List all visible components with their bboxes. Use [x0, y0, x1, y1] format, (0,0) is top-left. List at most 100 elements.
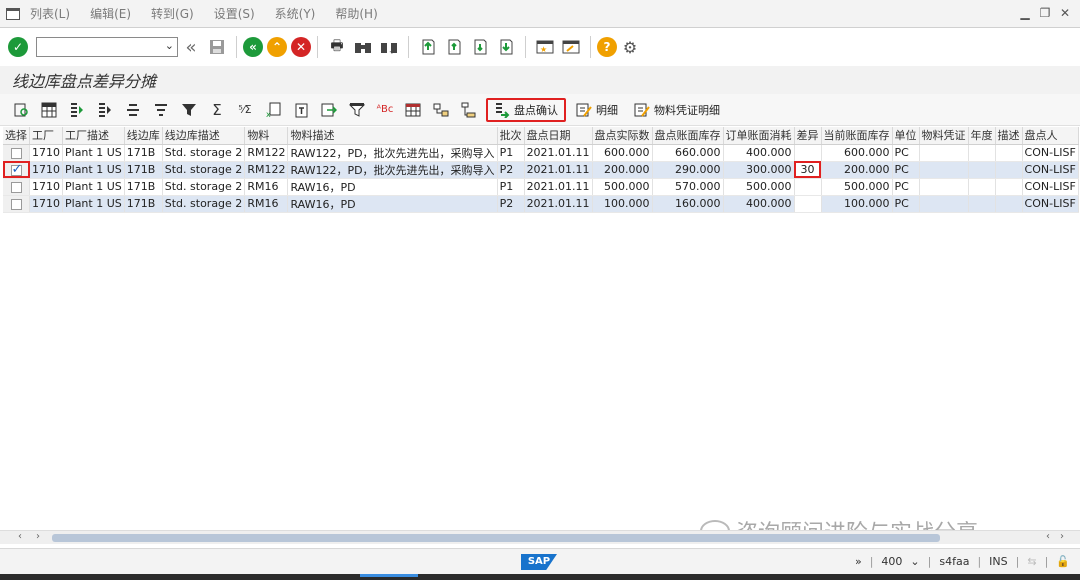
- col-header-current-stock[interactable]: 当前账面库存: [821, 127, 893, 145]
- command-field[interactable]: ⌄: [36, 37, 178, 57]
- chevron-down-icon[interactable]: ⌄: [165, 39, 174, 52]
- scroll-left-icon[interactable]: ‹: [18, 531, 22, 542]
- double-chevron-left-icon[interactable]: «: [180, 36, 202, 58]
- col-header-material[interactable]: 物料: [244, 127, 289, 145]
- help-icon[interactable]: ?: [597, 37, 617, 57]
- lock-icon[interactable]: 🔓: [1056, 555, 1070, 568]
- detail-button[interactable]: 明细: [570, 98, 624, 122]
- align-bottom-icon[interactable]: [150, 99, 172, 121]
- restore-icon[interactable]: ❐: [1038, 6, 1052, 20]
- row-checkbox[interactable]: [10, 181, 22, 193]
- row-checkbox[interactable]: [10, 198, 22, 210]
- table-row[interactable]: 1710 Plant 1 US 171B Std. storage 2 RM16…: [3, 195, 1079, 213]
- row-select-cell[interactable]: [3, 144, 30, 162]
- scroll-right-icon[interactable]: ›: [36, 531, 40, 542]
- col-header-material-desc[interactable]: 物料描述: [287, 127, 498, 145]
- enter-check-icon[interactable]: ✓: [8, 37, 28, 57]
- col-header-plant-desc[interactable]: 工厂描述: [62, 127, 125, 145]
- menu-help[interactable]: 帮助(H): [335, 5, 377, 22]
- cell-difference[interactable]: [794, 178, 822, 196]
- details-icon[interactable]: [10, 99, 32, 121]
- back-icon[interactable]: «: [243, 37, 263, 57]
- align-center-icon[interactable]: [122, 99, 144, 121]
- filter-icon[interactable]: [178, 99, 200, 121]
- spell-check-icon[interactable]: ᴬBc: [374, 99, 396, 121]
- cell-difference-input[interactable]: 30: [794, 161, 822, 179]
- row-select-cell[interactable]: [3, 161, 30, 179]
- sort-ascending-icon[interactable]: [66, 99, 88, 121]
- menu-system[interactable]: 系统(Y): [275, 5, 316, 22]
- exit-icon[interactable]: ⌃: [267, 37, 287, 57]
- scroll-right-end-icon[interactable]: ›: [1060, 531, 1064, 542]
- sum-icon[interactable]: Σ: [206, 99, 228, 121]
- input-mode[interactable]: INS: [989, 555, 1007, 568]
- save-icon[interactable]: [206, 36, 228, 58]
- page-title: 线边库盘点差异分摊: [12, 72, 157, 91]
- client-number[interactable]: 400: [881, 555, 902, 568]
- table-row[interactable]: 1710 Plant 1 US 171B Std. storage 2 RM12…: [3, 144, 1079, 162]
- table-row[interactable]: 1710 Plant 1 US 171B Std. storage 2 RM12…: [3, 161, 1079, 179]
- subtotal-icon[interactable]: ⁵⁄Σ: [234, 99, 256, 121]
- cancel-icon[interactable]: ✕: [291, 37, 311, 57]
- minimize-icon[interactable]: ▁: [1018, 6, 1032, 20]
- menu-list[interactable]: 列表(L): [30, 5, 70, 22]
- generate-shortcut-icon[interactable]: [560, 36, 582, 58]
- layout-icon[interactable]: [346, 99, 368, 121]
- expand-icon[interactable]: [430, 99, 452, 121]
- spreadsheet-icon[interactable]: [38, 99, 60, 121]
- col-header-sloc-desc[interactable]: 线边库描述: [162, 127, 246, 145]
- scrollbar-thumb[interactable]: [52, 534, 940, 542]
- col-header-plant[interactable]: 工厂: [29, 127, 63, 145]
- cell-year: [968, 195, 996, 213]
- find-next-icon[interactable]: +: [378, 36, 400, 58]
- col-header-sloc[interactable]: 线边库: [124, 127, 163, 145]
- col-header-unit[interactable]: 单位: [892, 127, 920, 145]
- menu-goto[interactable]: 转到(G): [151, 5, 194, 22]
- cell-actual-qty: 600.000: [592, 144, 653, 162]
- col-header-select[interactable]: 选择: [3, 127, 30, 145]
- export-excel-icon[interactable]: x: [262, 99, 284, 121]
- inventory-confirm-button[interactable]: 盘点确认: [486, 97, 566, 122]
- cell-difference[interactable]: [794, 144, 822, 162]
- print-icon[interactable]: 🖶: [326, 36, 348, 58]
- status-expand-icon[interactable]: »: [855, 555, 862, 568]
- col-header-actual-qty[interactable]: 盘点实际数: [592, 127, 653, 145]
- last-page-icon[interactable]: [495, 36, 517, 58]
- row-checkbox[interactable]: [10, 162, 22, 177]
- collapse-icon[interactable]: [458, 99, 480, 121]
- row-select-cell[interactable]: [3, 178, 30, 196]
- scroll-left-end-icon[interactable]: ‹: [1046, 531, 1050, 542]
- export-icon[interactable]: [318, 99, 340, 121]
- col-header-material-doc[interactable]: 物料凭证: [919, 127, 969, 145]
- row-checkbox[interactable]: [10, 147, 22, 159]
- col-header-count-date[interactable]: 盘点日期: [524, 127, 593, 145]
- menu-edit[interactable]: 编辑(E): [90, 5, 131, 22]
- table-row[interactable]: 1710 Plant 1 US 171B Std. storage 2 RM16…: [3, 178, 1079, 196]
- sap-logo: SAP: [521, 554, 557, 570]
- first-page-icon[interactable]: [417, 36, 439, 58]
- create-session-icon[interactable]: ★: [534, 36, 556, 58]
- chevron-down-icon[interactable]: ⌄: [910, 555, 919, 568]
- table-view-icon[interactable]: [402, 99, 424, 121]
- material-document-detail-button[interactable]: 物料凭证明细: [628, 98, 726, 122]
- col-header-book-stock[interactable]: 盘点账面库存: [652, 127, 724, 145]
- col-header-difference[interactable]: 差异: [794, 127, 822, 145]
- print-preview-icon[interactable]: [290, 99, 312, 121]
- sort-descending-icon[interactable]: [94, 99, 116, 121]
- close-window-icon[interactable]: ✕: [1058, 6, 1072, 20]
- horizontal-scrollbar[interactable]: ‹ › ‹ ›: [0, 530, 1080, 544]
- previous-page-icon[interactable]: [443, 36, 465, 58]
- cell-difference[interactable]: [794, 195, 822, 213]
- row-select-cell[interactable]: [3, 195, 30, 213]
- app-menu-icon[interactable]: [6, 7, 20, 20]
- menu-settings[interactable]: 设置(S): [214, 5, 255, 22]
- col-header-year[interactable]: 年度: [968, 127, 996, 145]
- find-icon[interactable]: [352, 36, 374, 58]
- col-header-description[interactable]: 描述: [995, 127, 1023, 145]
- next-page-icon[interactable]: [469, 36, 491, 58]
- col-header-counter[interactable]: 盘点人: [1022, 127, 1079, 145]
- col-header-order-consumption[interactable]: 订单账面消耗: [723, 127, 795, 145]
- col-header-batch[interactable]: 批次: [497, 127, 525, 145]
- gear-icon[interactable]: ⚙: [619, 36, 641, 58]
- cell-order-consumption: 400.000: [723, 144, 795, 162]
